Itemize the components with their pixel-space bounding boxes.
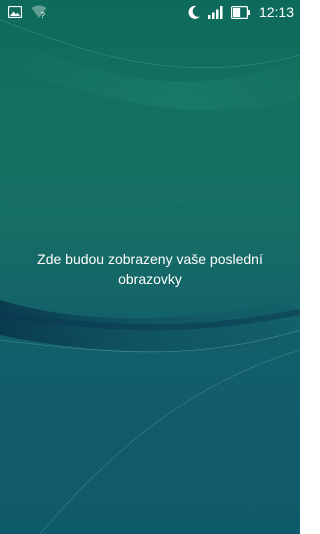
wifi-unknown-icon: ?: [31, 5, 47, 20]
status-left-icons: ?: [7, 5, 47, 20]
battery-level-fill: [232, 7, 241, 17]
battery-icon: [230, 5, 250, 19]
status-right-icons: 12:13: [187, 3, 294, 21]
signal-icon: [207, 5, 224, 19]
wifi-status-text: ?: [41, 11, 46, 19]
recents-empty-message: Zde budou zobrazeny vaše poslední obrazo…: [37, 251, 263, 287]
status-clock: 12:13: [258, 4, 294, 20]
recents-screen: ? 12:13 Zde budou zobrazeny vaše posledn…: [0, 0, 300, 534]
moon-icon: [187, 5, 201, 20]
status-bar: ? 12:13: [0, 0, 300, 24]
image-icon: [7, 5, 23, 19]
